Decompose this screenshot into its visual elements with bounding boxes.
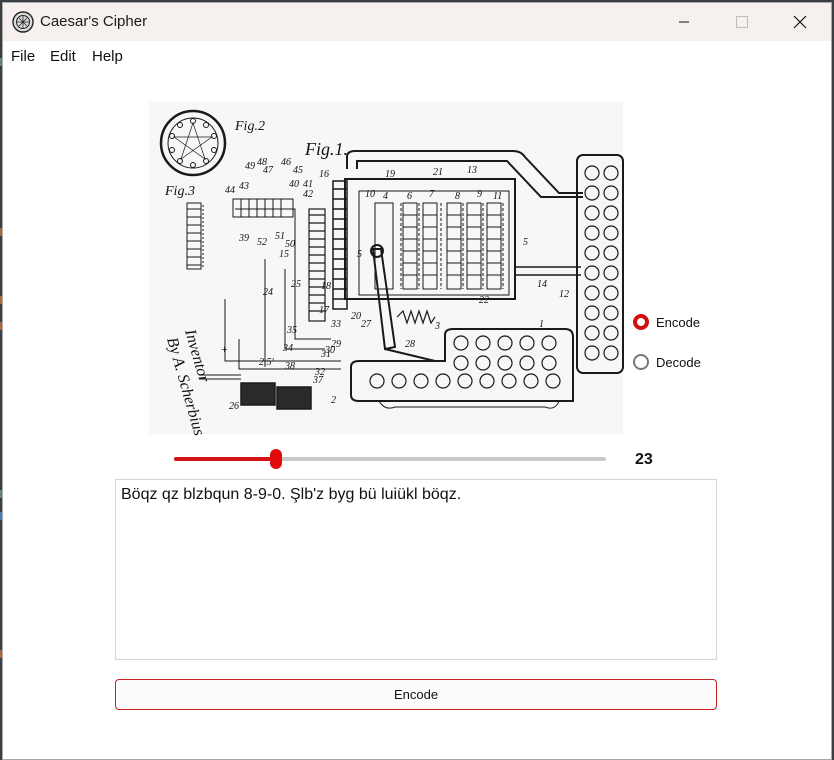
svg-text:2.5': 2.5' xyxy=(259,357,275,368)
svg-text:28: 28 xyxy=(405,339,415,350)
minimize-button[interactable] xyxy=(661,3,707,41)
menu-help[interactable]: Help xyxy=(92,48,123,65)
svg-text:5: 5 xyxy=(523,237,528,248)
svg-text:52: 52 xyxy=(257,237,267,248)
svg-text:+: + xyxy=(221,342,228,356)
close-button[interactable] xyxy=(777,3,823,41)
decode-radio-indicator[interactable] xyxy=(633,354,649,370)
svg-text:44: 44 xyxy=(225,185,235,196)
svg-text:15: 15 xyxy=(279,249,289,260)
svg-text:51: 51 xyxy=(275,231,285,242)
svg-text:40: 40 xyxy=(289,179,299,190)
maximize-button[interactable] xyxy=(719,3,765,41)
svg-text:3: 3 xyxy=(434,321,440,332)
svg-text:26: 26 xyxy=(229,401,239,412)
shift-slider[interactable] xyxy=(174,449,606,469)
encode-button[interactable]: Encode xyxy=(115,679,717,710)
fig1-label: Fig.1. xyxy=(304,139,348,159)
encode-radio-label: Encode xyxy=(656,314,701,330)
fig2-label: Fig.2 xyxy=(234,119,265,134)
app-icon xyxy=(12,11,34,33)
svg-text:49: 49 xyxy=(245,161,255,172)
shift-slider-thumb[interactable] xyxy=(270,449,282,469)
svg-text:29: 29 xyxy=(331,339,341,350)
svg-text:45: 45 xyxy=(293,165,303,176)
maximize-icon xyxy=(736,16,748,28)
svg-text:34: 34 xyxy=(282,343,293,354)
svg-text:39: 39 xyxy=(238,233,249,244)
encode-radio-indicator[interactable] xyxy=(633,314,649,330)
svg-text:43: 43 xyxy=(239,181,249,192)
svg-text:14: 14 xyxy=(537,279,547,290)
svg-text:16: 16 xyxy=(319,169,329,180)
svg-text:6: 6 xyxy=(407,191,412,202)
shift-slider-fill xyxy=(174,457,276,461)
svg-text:4: 4 xyxy=(383,191,388,202)
svg-text:27: 27 xyxy=(361,319,372,330)
svg-text:37: 37 xyxy=(312,375,324,386)
svg-text:46: 46 xyxy=(281,157,291,168)
svg-text:22: 22 xyxy=(479,295,489,306)
svg-text:47: 47 xyxy=(263,165,274,176)
svg-text:17: 17 xyxy=(319,305,330,316)
svg-text:8: 8 xyxy=(455,191,460,202)
svg-text:5: 5 xyxy=(357,249,362,260)
title-bar[interactable]: Caesar's Cipher xyxy=(3,3,831,41)
svg-text:35: 35 xyxy=(286,325,297,336)
svg-text:33: 33 xyxy=(330,319,341,330)
svg-text:42: 42 xyxy=(303,189,313,200)
minimize-icon xyxy=(679,21,689,23)
patent-drawing-image: Fig.2 Fig.3 Fig.1. By A. Scherbius Inven… xyxy=(145,99,627,437)
decode-radio-label: Decode xyxy=(656,354,701,370)
menu-file[interactable]: File xyxy=(11,48,35,65)
svg-text:19: 19 xyxy=(385,169,395,180)
shift-value-label: 23 xyxy=(635,451,653,468)
svg-text:24: 24 xyxy=(263,287,273,298)
menu-bar: File Edit Help xyxy=(3,41,831,71)
message-textarea[interactable]: Böqz qz blzbqun 8-9-0. Şlb'z byg bü luiü… xyxy=(115,479,717,660)
svg-text:10: 10 xyxy=(365,189,375,200)
svg-text:2: 2 xyxy=(331,395,336,406)
svg-text:20: 20 xyxy=(351,311,361,322)
fig3-label: Fig.3 xyxy=(164,184,195,199)
svg-text:1: 1 xyxy=(539,319,544,330)
window-title: Caesar's Cipher xyxy=(40,13,148,30)
menu-edit[interactable]: Edit xyxy=(50,48,76,65)
encode-radio[interactable]: Encode xyxy=(633,314,700,330)
svg-text:9: 9 xyxy=(477,189,482,200)
svg-text:21: 21 xyxy=(433,167,443,178)
svg-text:18: 18 xyxy=(321,281,331,292)
svg-text:12: 12 xyxy=(559,289,569,300)
svg-text:38: 38 xyxy=(284,361,295,372)
app-window: Caesar's Cipher File Edit Help Fig.2 Fig… xyxy=(2,2,832,760)
svg-text:11: 11 xyxy=(493,191,502,202)
decode-radio[interactable]: Decode xyxy=(633,354,701,370)
svg-text:13: 13 xyxy=(467,165,477,176)
svg-text:25: 25 xyxy=(291,279,301,290)
close-icon xyxy=(793,15,807,29)
